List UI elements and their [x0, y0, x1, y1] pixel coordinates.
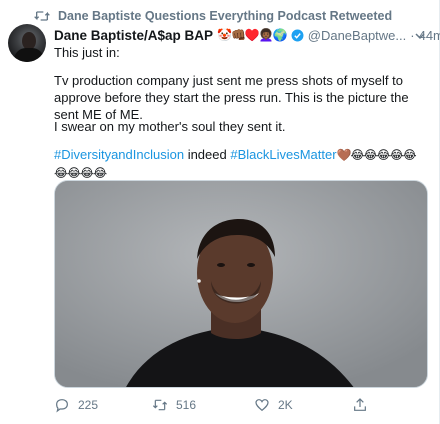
author-handle[interactable]: @DaneBaptwe...: [308, 28, 406, 43]
tweet-text-line-3: I swear on my mother's soul they sent it…: [54, 119, 286, 134]
reply-button[interactable]: 225: [54, 396, 98, 414]
heart-icon: [255, 399, 269, 412]
hashtag-diversity[interactable]: #DiversityandInclusion: [54, 147, 184, 162]
tweet-actions: 225 516 2K: [54, 396, 424, 414]
chevron-down-icon[interactable]: [414, 30, 426, 42]
tweet[interactable]: Dane Baptiste Questions Everything Podca…: [0, 0, 440, 424]
tweet-text-line-1: This just in:: [54, 45, 120, 60]
tweet-text-line-2: Tv production company just sent me press…: [54, 73, 409, 122]
reply-icon: [56, 399, 68, 413]
retweet-icon: [34, 11, 50, 21]
reply-count: 225: [78, 398, 99, 412]
author-name[interactable]: Dane Baptiste/A$ap BAP: [54, 28, 213, 43]
retweet-button[interactable]: 516: [152, 396, 196, 414]
author-emojis: 🤡👊🏾♥️👩🏾‍🦱🌍: [217, 28, 288, 42]
tweet-text-line-4: #DiversityandInclusion indeed #BlackLive…: [54, 146, 424, 182]
retweet-context: Dane Baptiste Questions Everything Podca…: [34, 8, 392, 24]
like-count: 2K: [278, 398, 293, 412]
verified-badge-icon: [291, 29, 304, 41]
hashtag-blacklivesmatter[interactable]: #BlackLivesMatter: [230, 147, 336, 162]
share-button[interactable]: [352, 396, 368, 414]
tweet-header: Dane Baptiste/A$ap BAP 🤡👊🏾♥️👩🏾‍🦱🌍 @DaneB…: [54, 26, 440, 44]
avatar[interactable]: [8, 24, 46, 62]
share-icon: [354, 398, 366, 411]
like-button[interactable]: 2K: [254, 396, 293, 414]
retweet-context-text[interactable]: Dane Baptiste Questions Everything Podca…: [58, 9, 392, 23]
tweet-media-photo[interactable]: [54, 180, 428, 388]
retweet-count: 516: [176, 398, 197, 412]
tweet-text-indeed: indeed: [184, 147, 231, 162]
retweet-icon: [152, 399, 168, 411]
portrait-photo: [55, 181, 427, 387]
